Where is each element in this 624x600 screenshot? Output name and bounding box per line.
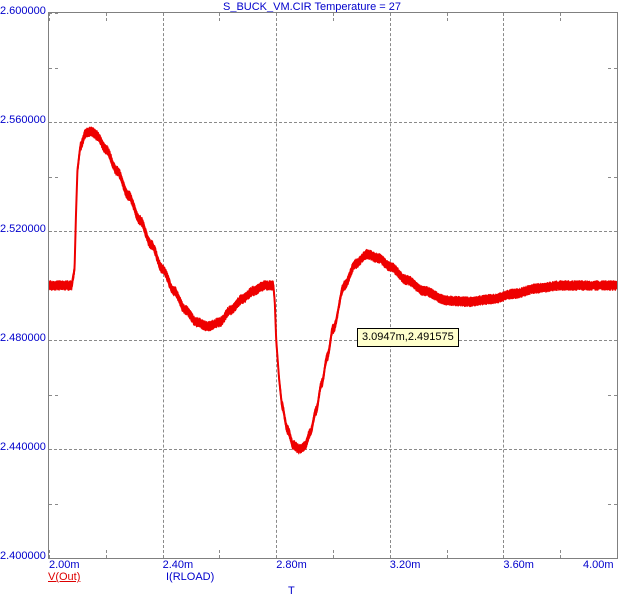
x-axis-labels: 2.00m 2.40m 2.80m 3.20m 3.60m 4.00m (0, 0, 624, 600)
legend-item-vout[interactable]: V(Out) (48, 571, 80, 583)
waveform-viewer: S_BUCK_VM.CIR Temperature = 27 2.6000002… (0, 0, 624, 600)
x-axis-tick-label: 3.60m (503, 559, 534, 571)
cursor-readout-tooltip: 3.0947m,2.491575 (357, 328, 459, 347)
x-axis-title: T (288, 585, 295, 597)
x-axis-tick-label: 2.80m (276, 559, 307, 571)
x-axis-tick-label: 3.20m (390, 559, 421, 571)
x-axis-tick-label: 4.00m (583, 559, 614, 571)
x-axis-tick-label: 2.40m (163, 559, 194, 571)
x-axis-tick-label: 2.00m (49, 559, 80, 571)
legend-item-irload[interactable]: I(RLOAD) (166, 571, 214, 583)
